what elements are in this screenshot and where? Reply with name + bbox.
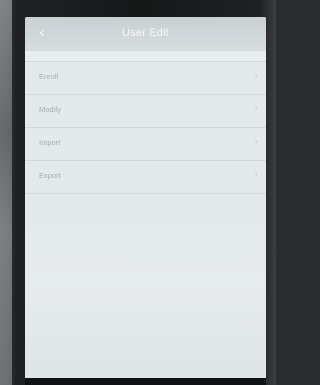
menu-item-import[interactable]: Import › xyxy=(25,128,266,161)
menu-item-label: Enroll xyxy=(39,72,59,81)
header-bar: ‹ User Edit xyxy=(25,17,266,51)
menu-list: Enroll › Modify › Import › Export › xyxy=(25,62,266,194)
device-screen: ‹ User Edit Enroll › Modify › Import › E… xyxy=(25,17,266,381)
bezel-bottom xyxy=(25,378,266,385)
chevron-right-icon: › xyxy=(254,169,258,180)
menu-item-label: Modify xyxy=(39,105,62,114)
menu-item-label: Export xyxy=(39,171,61,180)
chevron-right-icon: › xyxy=(254,103,258,114)
menu-item-export[interactable]: Export › xyxy=(25,161,266,194)
background-glare xyxy=(0,0,12,385)
chevron-right-icon: › xyxy=(254,136,258,147)
header-divider xyxy=(25,51,266,62)
menu-item-label: Import xyxy=(39,138,61,147)
chevron-right-icon: › xyxy=(254,70,258,81)
menu-item-modify[interactable]: Modify › xyxy=(25,95,266,128)
menu-item-enroll[interactable]: Enroll › xyxy=(25,62,266,95)
page-title: User Edit xyxy=(121,27,170,39)
